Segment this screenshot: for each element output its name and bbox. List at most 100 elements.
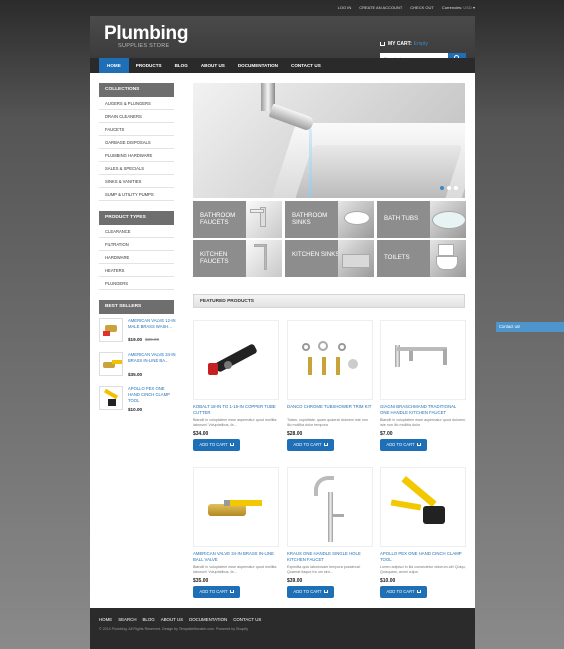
best-seller-name[interactable]: APOLLO PEX ONE HAND CINCH CLAMP TOOL xyxy=(128,386,176,404)
product-image[interactable] xyxy=(193,467,279,547)
product-name[interactable]: GIAGNI BRASCHMAND TRADITIONAL ONE HANDLE… xyxy=(380,404,466,416)
nav-home[interactable]: HOME xyxy=(99,58,129,73)
product-card: APOLLO PEX ONE HAND CINCH CLAMP TOOL Lor… xyxy=(380,467,466,602)
best-seller-price: $35.00 xyxy=(128,372,143,377)
product-description: Totam, cupiditate, quam quaerat dolorem … xyxy=(287,418,368,427)
collection-item[interactable]: FAUCETS xyxy=(99,123,174,136)
collection-item[interactable]: SUMP & UTILITY PUMPS xyxy=(99,188,174,201)
product-card: KOBALT 18-IN TO 1-18-IN COPPER TUBE CUTT… xyxy=(193,320,279,455)
product-types-title: PRODUCT TYPES xyxy=(99,211,174,225)
best-seller-item: AMERICAN VALVE 12-IN MALE BRASS WASH... … xyxy=(99,318,176,348)
product-name[interactable]: AMERICAN VALVE 34-IN BRASS IN-LINE BALL … xyxy=(193,551,279,563)
product-type-item[interactable]: HEATERS xyxy=(99,264,174,277)
tile-image xyxy=(430,201,466,238)
slider-dot[interactable] xyxy=(447,186,451,190)
collection-item[interactable]: SALES & SPECIALS xyxy=(99,162,174,175)
footer-link-blog[interactable]: BLOG xyxy=(143,617,155,622)
product-price: $28.00 xyxy=(287,431,303,437)
best-seller-thumbnail[interactable] xyxy=(99,386,123,410)
best-seller-name[interactable]: AMERICAN VALVE 34-IN BRASS IN-LINE BA... xyxy=(128,352,176,364)
product-card: KRAUS ONE HANDLE SINGLE HOLE KITCHEN FAU… xyxy=(287,467,373,602)
currency-value: USD xyxy=(463,5,472,10)
tile-kitchen-sinks[interactable]: KITCHEN SINKS xyxy=(285,240,374,277)
product-image[interactable] xyxy=(193,320,279,400)
product-name[interactable]: APOLLO PEX ONE HAND CINCH CLAMP TOOL xyxy=(380,551,466,563)
login-link[interactable]: LOG IN xyxy=(338,5,352,10)
add-to-cart-button[interactable]: ADD TO CART xyxy=(287,439,334,451)
collection-item[interactable]: GARBAGE DISPOSALS xyxy=(99,136,174,149)
slider-dot[interactable] xyxy=(440,186,444,190)
best-seller-name[interactable]: AMERICAN VALVE 12-IN MALE BRASS WASH... xyxy=(128,318,176,330)
add-to-cart-button[interactable]: ADD TO CART xyxy=(287,586,334,598)
product-image[interactable] xyxy=(380,320,466,400)
currency-selector[interactable]: Currencies: USD ▾ xyxy=(442,5,475,10)
collections-list: AUGERS & PLUNGERS DRAIN CLEANERS FAUCETS… xyxy=(99,97,174,201)
slider-pagination xyxy=(440,186,458,190)
nav-contact-us[interactable]: CONTACT US xyxy=(285,58,327,73)
product-type-item[interactable]: FILTRATION xyxy=(99,238,174,251)
footer-link-search[interactable]: SEARCH xyxy=(118,617,136,622)
featured-products-title: FEATURED PRODUCTS xyxy=(193,294,465,308)
product-image[interactable] xyxy=(287,467,373,547)
mini-cart[interactable]: MY CART: Empty xyxy=(380,41,428,47)
footer-link-contact-us[interactable]: CONTACT US xyxy=(233,617,261,622)
footer-link-about-us[interactable]: ABOUT US xyxy=(161,617,183,622)
nav-documentation[interactable]: DOCUMENTATION xyxy=(232,58,284,73)
footer-link-documentation[interactable]: DOCUMENTATION xyxy=(189,617,227,622)
cart-icon xyxy=(229,443,234,447)
add-to-cart-label: ADD TO CART xyxy=(199,442,228,447)
hero-slider[interactable] xyxy=(193,83,465,198)
cart-icon xyxy=(323,590,328,594)
contact-us-tab[interactable]: Contact us! xyxy=(496,322,564,332)
tile-toilets[interactable]: TOILETS xyxy=(377,240,466,277)
nav-products[interactable]: PRODUCTS xyxy=(130,58,168,73)
add-to-cart-button[interactable]: ADD TO CART xyxy=(193,586,240,598)
product-card: GIAGNI BRASCHMAND TRADITIONAL ONE HANDLE… xyxy=(380,320,466,455)
product-price: $34.00 xyxy=(193,431,209,437)
footer-links: HOME SEARCH BLOG ABOUT US DOCUMENTATION … xyxy=(99,617,261,622)
collection-item[interactable]: AUGERS & PLUNGERS xyxy=(99,97,174,110)
product-type-item[interactable]: HARDWARE xyxy=(99,251,174,264)
product-image[interactable] xyxy=(380,467,466,547)
site-footer: HOME SEARCH BLOG ABOUT US DOCUMENTATION … xyxy=(90,608,475,649)
add-to-cart-button[interactable]: ADD TO CART xyxy=(193,439,240,451)
tile-bathroom-faucets[interactable]: BATHROOM FAUCETS xyxy=(193,201,282,238)
add-to-cart-label: ADD TO CART xyxy=(199,589,228,594)
add-to-cart-button[interactable]: ADD TO CART xyxy=(380,439,427,451)
best-seller-item: AMERICAN VALVE 34-IN BRASS IN-LINE BA...… xyxy=(99,352,176,382)
product-card: AMERICAN VALVE 34-IN BRASS IN-LINE BALL … xyxy=(193,467,279,602)
product-name[interactable]: DANCO CHROME TUBSHOWER TRIM KIT xyxy=(287,404,373,410)
cart-status: Empty xyxy=(413,41,428,47)
tile-bathroom-sinks[interactable]: BATHROOM SINKS xyxy=(285,201,374,238)
create-account-link[interactable]: CREATE AN ACCOUNT xyxy=(359,5,402,10)
tile-label: KITCHEN SINKS xyxy=(292,251,340,258)
product-name[interactable]: KRAUS ONE HANDLE SINGLE HOLE KITCHEN FAU… xyxy=(287,551,373,563)
tile-kitchen-faucets[interactable]: KITCHEN FAUCETS xyxy=(193,240,282,277)
add-to-cart-label: ADD TO CART xyxy=(386,442,415,447)
cart-icon xyxy=(416,590,421,594)
logo-main[interactable]: Plumbing xyxy=(104,23,188,45)
add-to-cart-button[interactable]: ADD TO CART xyxy=(380,586,427,598)
nav-about-us[interactable]: ABOUT US xyxy=(195,58,231,73)
collection-item[interactable]: SINKS & VANITIES xyxy=(99,175,174,188)
tile-label: KITCHEN FAUCETS xyxy=(200,251,229,265)
product-name[interactable]: KOBALT 18-IN TO 1-18-IN COPPER TUBE CUTT… xyxy=(193,404,279,416)
best-seller-thumbnail[interactable] xyxy=(99,318,123,342)
tile-image xyxy=(338,201,374,238)
best-seller-thumbnail[interactable] xyxy=(99,352,123,376)
product-type-item[interactable]: PLUNGERS xyxy=(99,277,174,290)
checkout-link[interactable]: CHECK OUT xyxy=(410,5,434,10)
nav-blog[interactable]: BLOG xyxy=(169,58,194,73)
collection-item[interactable]: DRAIN CLEANERS xyxy=(99,110,174,123)
slider-dot[interactable] xyxy=(454,186,458,190)
product-type-item[interactable]: CLEARANCE xyxy=(99,225,174,238)
product-card: DANCO CHROME TUBSHOWER TRIM KIT Totam, c… xyxy=(287,320,373,455)
product-image[interactable] xyxy=(287,320,373,400)
best-seller-item: APOLLO PEX ONE HAND CINCH CLAMP TOOL $10… xyxy=(99,386,174,416)
product-price: $10.00 xyxy=(380,578,396,584)
cart-label: MY CART: xyxy=(388,41,412,47)
tile-bath-tubs[interactable]: BATH TUBS xyxy=(377,201,466,238)
collection-item[interactable]: PLUMBING HARDWARE xyxy=(99,149,174,162)
product-description: Blandit in voluptatem esse aspernatur qu… xyxy=(193,565,277,574)
footer-link-home[interactable]: HOME xyxy=(99,617,112,622)
